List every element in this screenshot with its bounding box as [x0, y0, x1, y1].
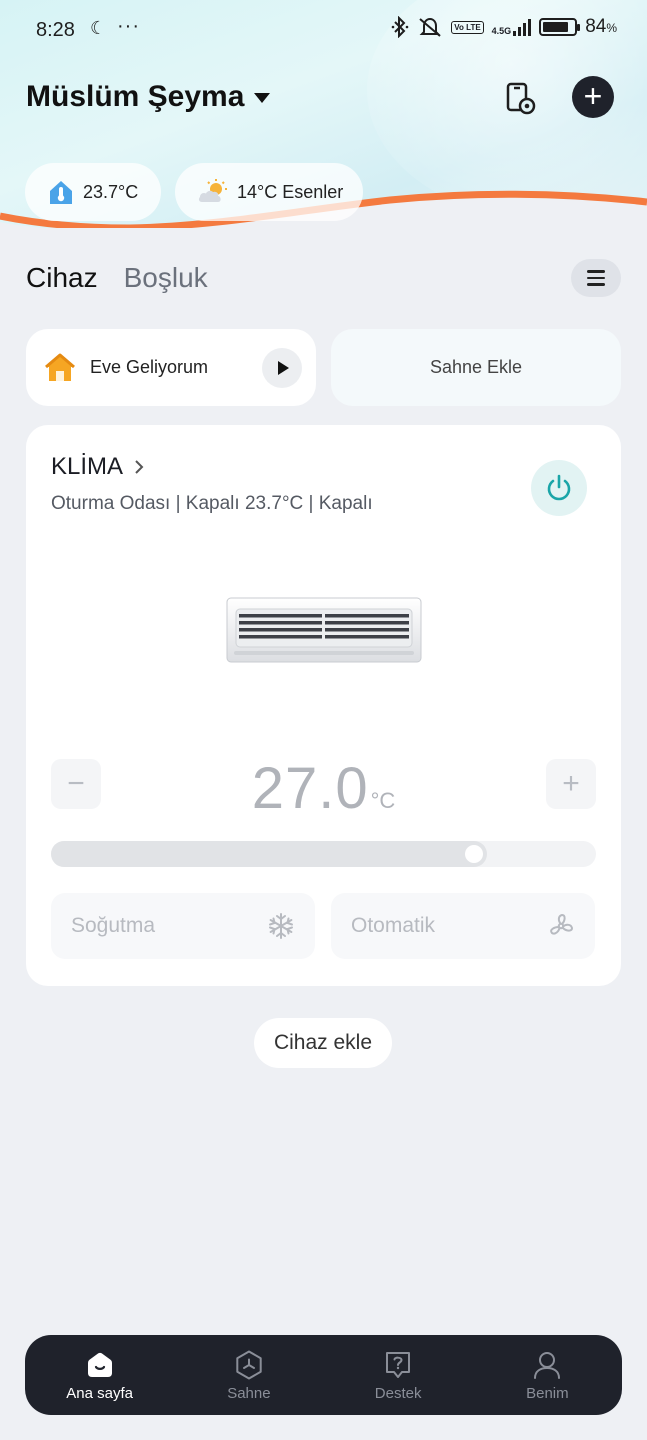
target-temperature: 27.0°C	[26, 755, 621, 822]
indoor-temperature: 23.7°C	[83, 181, 139, 202]
nav-item-ana-sayfa[interactable]: Ana sayfa	[25, 1335, 174, 1415]
increase-temperature-button[interactable]: +	[546, 759, 596, 809]
menu-button[interactable]	[571, 259, 621, 297]
home-icon	[87, 1352, 112, 1377]
add-scene-button[interactable]: Sahne Ekle	[331, 329, 621, 406]
add-device-label: Cihaz ekle	[273, 1031, 373, 1054]
target-temperature-value: 27.0	[251, 756, 369, 821]
bluetooth-icon	[391, 16, 409, 38]
device-status: Oturma Odası | Kapalı 23.7°C | Kapalı	[51, 493, 373, 514]
more-notifications-icon: ···	[117, 15, 140, 37]
plus-icon: +	[562, 767, 580, 800]
do-not-disturb-icon: ☾	[90, 18, 107, 38]
air-conditioner-image	[226, 597, 422, 663]
device-name: KLİMA	[51, 453, 124, 480]
nav-item-destek[interactable]: Destek	[324, 1335, 473, 1415]
outdoor-weather: 14°C Esenler	[237, 181, 344, 202]
battery-percent: 84%	[585, 16, 617, 37]
temperature-slider-fill	[51, 841, 487, 867]
chevron-right-icon	[135, 460, 144, 474]
house-thermometer-icon	[50, 181, 72, 204]
volte-badge: Vo LTE	[451, 20, 484, 34]
play-icon	[278, 360, 289, 375]
add-button[interactable]: +	[572, 76, 614, 118]
nav-label: Benim	[526, 1384, 569, 1402]
fan-speed-label: Otomatik	[351, 914, 436, 937]
temperature-slider-thumb[interactable]	[465, 845, 483, 863]
network-type: 4.5G	[491, 26, 512, 36]
nav-label: Destek	[374, 1384, 422, 1402]
phone-settings-icon	[506, 82, 536, 115]
power-button[interactable]	[531, 460, 587, 516]
muted-bell-icon	[419, 17, 441, 37]
profile-icon	[534, 1351, 561, 1379]
support-icon	[386, 1351, 411, 1378]
nav-item-benim[interactable]: Benim	[473, 1335, 622, 1415]
add-device-button[interactable]: Cihaz ekle	[254, 1018, 392, 1068]
run-scene-button[interactable]	[262, 347, 302, 388]
fan-speed-selector[interactable]: Otomatik	[331, 893, 595, 959]
temperature-unit: °C	[370, 788, 396, 813]
device-title[interactable]: KLİMA	[51, 453, 145, 481]
device-card-klima[interactable]: KLİMA Oturma Odası | Kapalı 23.7°C | Kap…	[26, 425, 621, 986]
menu-icon	[587, 270, 605, 273]
indoor-temperature-chip[interactable]: 23.7°C	[25, 163, 161, 221]
plus-icon: +	[583, 77, 603, 114]
status-bar: 8:28 ☾ ··· Vo LTE 4.5G 84%	[0, 0, 647, 60]
house-icon	[45, 353, 75, 381]
temperature-slider[interactable]	[51, 841, 596, 867]
battery-icon	[539, 18, 581, 36]
tab-cihaz[interactable]: Cihaz	[26, 262, 98, 294]
outdoor-weather-chip[interactable]: 14°C Esenler	[175, 163, 363, 221]
mode-label: Soğutma	[71, 914, 156, 937]
fan-icon	[550, 914, 573, 935]
signal-icon	[513, 18, 532, 36]
snowflake-icon	[269, 913, 293, 939]
home-selector[interactable]: Müslüm Şeyma	[26, 80, 271, 114]
partly-cloudy-icon	[198, 179, 227, 202]
caret-down-icon	[254, 93, 271, 103]
tab-bosluk[interactable]: Boşluk	[124, 262, 208, 294]
mode-selector[interactable]: Soğutma	[51, 893, 315, 959]
scene-icon	[236, 1350, 262, 1379]
status-time: 8:28	[36, 19, 75, 41]
bottom-navigation: Ana sayfa Sahne Destek Benim	[25, 1335, 622, 1415]
power-icon	[547, 474, 571, 501]
nav-item-sahne[interactable]: Sahne	[174, 1335, 323, 1415]
scene-card-eve-geliyorum[interactable]: Eve Geliyorum	[26, 329, 316, 406]
status-icons: Vo LTE 4.5G 84%	[391, 16, 617, 38]
device-management-button[interactable]	[500, 78, 540, 118]
scene-label: Eve Geliyorum	[90, 357, 209, 377]
nav-label: Sahne	[227, 1384, 271, 1402]
add-scene-label: Sahne Ekle	[429, 357, 523, 377]
home-name: Müslüm Şeyma	[26, 80, 245, 113]
room-tabs: Cihaz Boşluk	[26, 262, 208, 294]
nav-label: Ana sayfa	[66, 1384, 133, 1402]
